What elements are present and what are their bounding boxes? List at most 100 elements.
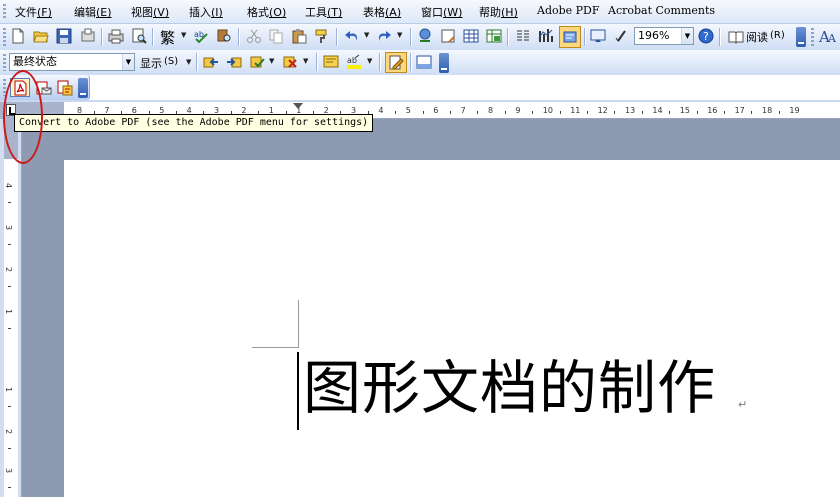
toolbar-separator: [336, 28, 337, 46]
traditional-chinese-button[interactable]: 繁: [160, 27, 175, 48]
ruler-tick: [532, 111, 534, 114]
save-icon[interactable]: [56, 28, 72, 44]
insert-table-icon[interactable]: [463, 28, 479, 44]
ruler-number: 10: [542, 106, 553, 115]
drawing-icon[interactable]: [538, 28, 554, 44]
vertical-ruler-number: 2: [4, 428, 14, 435]
toolbar-separator: [196, 53, 197, 71]
paragraph-mark-icon[interactable]: [613, 28, 629, 44]
toolbar-options-button[interactable]: [439, 53, 449, 73]
copy-icon[interactable]: [268, 28, 284, 44]
book-icon: [728, 31, 744, 44]
crop-mark-vertical: [298, 300, 299, 348]
hyperlink-icon[interactable]: [417, 28, 433, 44]
zoom-value: 196%: [638, 29, 670, 42]
chevron-down-icon[interactable]: ▼: [122, 54, 134, 70]
print-icon[interactable]: [108, 28, 124, 44]
chevron-down-icon[interactable]: ▼: [397, 32, 404, 39]
print-preview-icon[interactable]: [131, 28, 147, 44]
cut-icon[interactable]: [246, 28, 262, 44]
menu-format[interactable]: 格式(O): [247, 4, 286, 20]
ruler-tick: [614, 111, 616, 114]
ruler-number: 12: [597, 106, 608, 115]
tooltip: Convert to Adobe PDF (see the Adobe PDF …: [14, 114, 374, 132]
read-mode-button[interactable]: 阅读 (R): [726, 27, 790, 47]
vertical-ruler-number: 3: [4, 467, 14, 474]
tables-borders-icon[interactable]: [440, 28, 456, 44]
chevron-down-icon[interactable]: ▼: [303, 58, 310, 65]
format-painter-icon[interactable]: [314, 28, 330, 44]
zoom-select[interactable]: 196% ▼: [634, 27, 694, 45]
spelling-grammar-icon[interactable]: ab: [193, 28, 209, 44]
document-text[interactable]: 图形文档的制作: [303, 350, 716, 426]
ruler-tick: [641, 111, 643, 114]
menu-tools[interactable]: 工具(T): [305, 4, 342, 20]
reviewing-pane-icon[interactable]: [416, 54, 432, 70]
toolbar-separator: [584, 28, 585, 46]
ruler-tick: [504, 111, 506, 114]
ruler-number: 7: [460, 106, 466, 115]
redo-icon[interactable]: [376, 28, 392, 44]
ruler-number: 11: [570, 106, 581, 115]
convert-for-review-icon[interactable]: [57, 80, 73, 96]
insert-comment-icon[interactable]: [323, 54, 339, 70]
previous-change-icon[interactable]: [203, 54, 219, 70]
ruler-tick: [778, 111, 780, 114]
open-folder-icon[interactable]: [33, 28, 49, 44]
help-icon[interactable]: ?: [698, 28, 714, 44]
menu-edit[interactable]: 编辑(E): [74, 4, 112, 20]
svg-text:A: A: [827, 32, 837, 44]
toolbar-grip[interactable]: [3, 54, 6, 71]
show-hide-icon[interactable]: [590, 28, 606, 44]
vertical-ruler-strip: [4, 159, 18, 497]
next-change-icon[interactable]: [226, 54, 242, 70]
chevron-down-icon[interactable]: ▼: [367, 58, 374, 65]
toolbar-separator: [316, 53, 317, 71]
reviewing-toolbar: 最终状态 ▼ 显示 (S) ▼ ▼ ▼ ab ▼: [0, 50, 840, 75]
menu-file[interactable]: 文件(F): [15, 4, 52, 20]
first-line-indent-marker[interactable]: [293, 103, 303, 109]
columns-icon[interactable]: [515, 28, 531, 44]
menu-insert[interactable]: 插入(I): [189, 4, 223, 20]
vertical-ruler-tick: [8, 328, 11, 329]
menu-adobe-pdf[interactable]: Adobe PDF: [537, 4, 600, 17]
menubar-grip[interactable]: [3, 4, 6, 20]
toolbar-grip[interactable]: [811, 28, 814, 46]
show-menu-button[interactable]: 显示 (S) ▼: [140, 54, 194, 72]
ruler-number: 16: [707, 106, 718, 115]
font-style-icon[interactable]: AA: [818, 28, 838, 44]
accept-change-icon[interactable]: [249, 54, 265, 70]
chevron-down-icon[interactable]: ▼: [181, 32, 188, 39]
toolbar-options-button[interactable]: [78, 78, 88, 98]
chevron-down-icon[interactable]: ▼: [269, 58, 276, 65]
research-icon[interactable]: [216, 28, 232, 44]
track-changes-button[interactable]: [385, 52, 407, 73]
document-map-button[interactable]: [559, 26, 581, 48]
ruler-number: 5: [405, 106, 411, 115]
chevron-down-icon[interactable]: ▼: [681, 28, 693, 44]
ruler-number: 15: [679, 106, 690, 115]
display-for-review-select[interactable]: 最终状态 ▼: [9, 53, 135, 71]
undo-icon[interactable]: [344, 28, 360, 44]
ruler-number: 8: [488, 106, 494, 115]
ruler-number: 9: [515, 106, 521, 115]
chevron-down-icon[interactable]: ▼: [364, 32, 371, 39]
insert-excel-icon[interactable]: [486, 28, 502, 44]
paste-icon[interactable]: [291, 28, 307, 44]
menu-acrobat-comments[interactable]: Acrobat Comments: [608, 4, 715, 17]
menu-window[interactable]: 窗口(W): [421, 4, 462, 20]
vertical-ruler-tick: [8, 202, 11, 203]
highlight-icon[interactable]: ab: [346, 54, 362, 70]
permission-icon[interactable]: [80, 28, 96, 44]
ruler-number: 6: [433, 106, 439, 115]
toolbar-separator: [410, 53, 411, 71]
menu-view[interactable]: 视图(V): [131, 4, 169, 20]
ruler-tick: [395, 111, 397, 114]
menu-table[interactable]: 表格(A): [363, 4, 401, 20]
reject-change-icon[interactable]: [282, 54, 298, 70]
toolbar-grip[interactable]: [3, 28, 6, 46]
new-document-icon[interactable]: [10, 28, 26, 44]
toolbar-options-button[interactable]: [796, 27, 806, 47]
document-page[interactable]: [64, 160, 840, 497]
menu-help[interactable]: 帮助(H): [479, 4, 518, 20]
